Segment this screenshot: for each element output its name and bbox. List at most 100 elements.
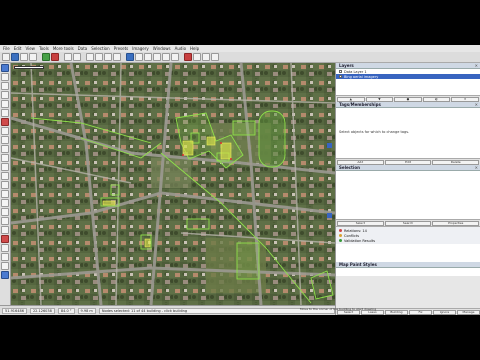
preferences-icon[interactable] (86, 53, 94, 61)
edit-tag-button[interactable]: Edit (384, 159, 432, 165)
zoom-mode-icon[interactable] (1, 82, 9, 90)
close-icon[interactable]: ✕ (475, 63, 478, 68)
save-as-icon[interactable] (29, 53, 37, 61)
save-icon[interactable] (20, 53, 28, 61)
search-button[interactable]: Search (384, 220, 432, 226)
menu-file[interactable]: File (3, 46, 10, 51)
menu-edit[interactable]: Edit (14, 46, 22, 51)
building-tool-icon[interactable] (184, 53, 192, 61)
history-icon[interactable] (1, 217, 9, 225)
building-tab[interactable]: Building (385, 309, 408, 315)
download-icon[interactable] (42, 53, 50, 61)
add-tag-button[interactable]: Add (337, 159, 384, 165)
minimap-icon[interactable] (1, 253, 9, 261)
map-view[interactable] (11, 63, 335, 305)
layer-row-selected[interactable]: Bing aerial imagery (336, 74, 480, 79)
menu-selection[interactable]: Selection (91, 46, 109, 51)
tags-panel-body: Select objects for which to change tags. (336, 108, 480, 158)
draw-mode-icon[interactable] (1, 73, 9, 81)
map-mode-toolbar (0, 63, 11, 305)
select-button[interactable]: Select (337, 220, 384, 226)
conflict-icon (339, 234, 342, 237)
layer-delete-button[interactable]: ✕ (451, 96, 479, 102)
menu-tools[interactable]: Tools (39, 46, 49, 51)
notes-icon[interactable] (1, 226, 9, 234)
tags-buttons: Add Edit Delete (336, 158, 480, 165)
open-file-icon[interactable] (11, 53, 19, 61)
relation-icon[interactable] (1, 208, 9, 216)
main-toolbar (0, 52, 480, 63)
toolbar-separator (38, 53, 41, 61)
menu-imagery[interactable]: Imagery (132, 46, 149, 51)
orthogonalize-icon[interactable] (193, 53, 201, 61)
simplify-icon[interactable] (162, 53, 170, 61)
filter-icon[interactable] (1, 181, 9, 189)
building-mode-icon[interactable] (1, 118, 9, 126)
circle-icon[interactable] (171, 53, 179, 61)
new-file-icon[interactable] (2, 53, 10, 61)
menu-more-tools[interactable]: More tools (53, 46, 74, 51)
map-paint-icon[interactable] (1, 235, 9, 243)
delete-mode-icon[interactable] (1, 91, 9, 99)
copy-icon[interactable] (95, 53, 103, 61)
fix-tab[interactable]: Fix (409, 309, 432, 315)
extrude-mode-icon[interactable] (1, 100, 9, 108)
status-longitude: 22.126038 (29, 307, 55, 314)
menu-help[interactable]: Help (190, 46, 199, 51)
upload-icon[interactable] (51, 53, 59, 61)
properties-button[interactable]: Properties (432, 220, 480, 226)
undo-icon[interactable] (64, 53, 72, 61)
manage-tab[interactable]: Manage (457, 309, 480, 315)
layer-down-button[interactable]: ▼ (365, 96, 394, 102)
list-item-label: Validation Results (344, 238, 376, 243)
preset-icon[interactable] (202, 53, 210, 61)
paste-icon[interactable] (104, 53, 112, 61)
delete-icon[interactable] (113, 53, 121, 61)
menu-data[interactable]: Data (78, 46, 88, 51)
properties-toggle-icon[interactable] (1, 145, 9, 153)
map-paint-title: Map Paint Styles (339, 262, 377, 267)
improve-way-icon[interactable] (1, 127, 9, 135)
menu-view[interactable]: View (25, 46, 35, 51)
author-icon[interactable] (1, 199, 9, 207)
selection-list[interactable] (336, 171, 480, 219)
zoom-icon[interactable] (126, 53, 134, 61)
ignore-tab[interactable]: Ignore (433, 309, 456, 315)
menu-windows[interactable]: Windows (153, 46, 171, 51)
satellite-imagery[interactable] (11, 63, 335, 305)
layer-up-button[interactable]: ▲ (337, 96, 365, 102)
layer-visible-checkbox[interactable] (339, 70, 342, 73)
layers-toggle-icon[interactable] (1, 136, 9, 144)
parallel-mode-icon[interactable] (1, 109, 9, 117)
layer-activate-button[interactable]: ● (394, 96, 422, 102)
status-bar: 51.916486 22.126038 84.0 ° 9.98 m Nodes … (0, 305, 335, 315)
close-icon[interactable]: ✕ (475, 165, 478, 170)
reverse-way-icon[interactable] (153, 53, 161, 61)
user-list-icon[interactable] (1, 163, 9, 171)
combine-way-icon[interactable] (135, 53, 143, 61)
select-mode-icon[interactable] (1, 64, 9, 72)
status-hint: Move to the corner of the building to st… (300, 307, 377, 311)
conflict-icon[interactable] (1, 172, 9, 180)
validator-icon[interactable] (1, 190, 9, 198)
delete-tag-button[interactable]: Delete (432, 159, 480, 165)
changeset-icon[interactable] (1, 262, 9, 270)
map-paint-body (336, 268, 480, 276)
toolbar-separator (180, 53, 183, 61)
menu-presets[interactable]: Presets (114, 46, 129, 51)
tags-hint: Select objects for which to change tags. (339, 130, 410, 134)
close-icon[interactable]: ✕ (475, 102, 478, 107)
selection-list-icon[interactable] (1, 154, 9, 162)
redo-icon[interactable] (73, 53, 81, 61)
layer-visibility-button[interactable]: ◐ (422, 96, 451, 102)
list-item-label: Conflicts (344, 233, 360, 238)
list-item[interactable]: Validation Results (339, 238, 477, 243)
relation-icon (339, 229, 342, 232)
tag-icon[interactable] (211, 53, 219, 61)
toolbar-separator (122, 53, 125, 61)
tag-checker-icon[interactable] (1, 244, 9, 252)
imagery-icon[interactable] (1, 271, 9, 279)
layer-visible-checkbox[interactable] (339, 75, 342, 78)
split-way-icon[interactable] (144, 53, 152, 61)
menu-audio[interactable]: Audio (175, 46, 186, 51)
